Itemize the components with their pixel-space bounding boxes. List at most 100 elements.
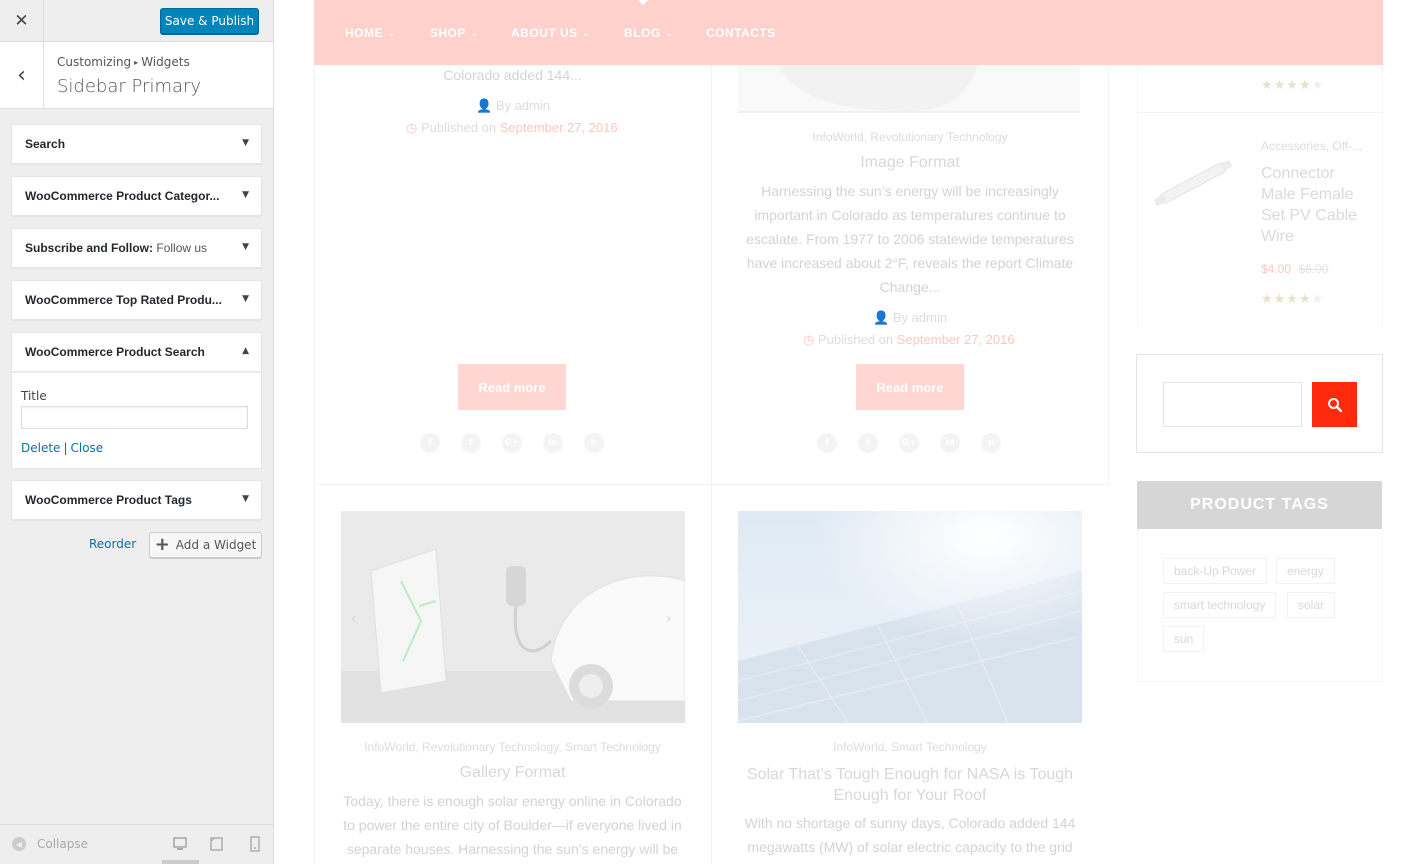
post-categories[interactable]: InfoWorld, Revolutionary Technology, Sma… [334, 740, 691, 754]
back-button[interactable]: ‹ [0, 42, 44, 108]
post-categories[interactable]: InfoWorld, Revolutionary Technology [732, 130, 1088, 144]
user-icon: 👤 [873, 310, 890, 325]
title-field-label: Title [21, 389, 47, 403]
close-icon: ✕ [14, 11, 29, 31]
product-name[interactable]: Connector Male Female Set PV Cable Wire [1261, 163, 1371, 247]
chevron-down-icon: ⌄ [665, 29, 673, 38]
delete-link[interactable]: Delete [21, 441, 60, 455]
widget-search[interactable]: Search ▼ [11, 124, 262, 164]
widget-title: WooCommerce Top Rated Produ... [25, 293, 222, 307]
post-image[interactable] [738, 65, 1080, 113]
author-text: By admin [892, 310, 948, 325]
google-plus-icon[interactable]: G+ [899, 433, 919, 453]
top-rated-products-widget: ★★★★★ Accessories, Off-... Connector Mal… [1137, 65, 1383, 327]
grid-border [1108, 65, 1109, 485]
title-input[interactable] [21, 406, 248, 429]
nav-label: SHOP [430, 26, 467, 40]
widget-product-search-form: Title Delete | Close [11, 372, 262, 469]
twitter-icon[interactable]: t [461, 433, 481, 453]
close-customizer-button[interactable]: ✕ [0, 0, 44, 42]
post-author[interactable]: 👤 By admin [476, 98, 550, 114]
nav-home[interactable]: HOME ⌄ [345, 26, 395, 40]
rating-stars: ★★★★★ [1261, 78, 1325, 93]
save-publish-button[interactable]: Save & Publish [160, 8, 259, 34]
pinterest-icon[interactable]: p [981, 433, 1001, 453]
divider [1138, 112, 1382, 113]
nav-label: ABOUT US [511, 26, 578, 40]
post-categories[interactable]: InfoWorld, Smart Technology [732, 740, 1088, 754]
widget-title: Subscribe and Follow: Follow us [25, 241, 207, 255]
chevron-down-icon: ⌄ [471, 29, 479, 38]
widget-product-search[interactable]: WooCommerce Product Search ▲ [11, 332, 262, 372]
section-title: Sidebar Primary [57, 76, 202, 97]
tag-link[interactable]: back-Up Power [1163, 558, 1268, 584]
caret-down-icon[interactable]: ▼ [242, 494, 249, 504]
widget-product-tags[interactable]: WooCommerce Product Tags ▼ [11, 480, 262, 520]
nav-shop[interactable]: SHOP ⌄ [430, 26, 478, 40]
desktop-preview-icon[interactable] [172, 836, 188, 852]
widget-actions: Delete | Close [21, 441, 103, 455]
grid-border [711, 65, 712, 864]
main-navigation: HOME ⌄ SHOP ⌄ ABOUT US ⌄ BLOG ⌄ CONTACTS [314, 0, 1383, 65]
read-more-button[interactable]: Read more [856, 364, 964, 410]
google-plus-icon[interactable]: G+ [502, 433, 522, 453]
post-date: ◷ Published on September 27, 2016 [803, 332, 1015, 348]
widget-title-main: Subscribe and Follow: [25, 241, 154, 255]
facebook-icon[interactable]: f [420, 433, 440, 453]
widget-title: WooCommerce Product Tags [25, 493, 192, 507]
caret-down-icon[interactable]: ▼ [242, 138, 249, 148]
caret-down-icon[interactable]: ▼ [242, 242, 249, 252]
date-link[interactable]: September 27, 2016 [500, 120, 618, 135]
product-search-input[interactable] [1163, 382, 1302, 427]
product-price: $4.00 $6.00 [1261, 262, 1328, 276]
post-title[interactable]: Solar That’s Tough Enough for NASA is To… [738, 764, 1082, 806]
tag-link[interactable]: solar [1287, 592, 1336, 618]
read-more-button[interactable]: Read more [458, 364, 566, 410]
widget-top-rated-products[interactable]: WooCommerce Top Rated Produ... ▼ [11, 280, 262, 320]
customizer-footer: ◀ Collapse [0, 824, 273, 864]
product-category[interactable]: Accessories, Off-... [1261, 139, 1362, 153]
product-tags-title: PRODUCT TAGS [1137, 481, 1382, 529]
grid-border [314, 484, 1109, 485]
reorder-link[interactable]: Reorder [89, 537, 136, 551]
active-device-indicator [162, 860, 199, 864]
post-gallery-image[interactable]: ‹ › [341, 511, 685, 723]
tablet-preview-icon[interactable] [209, 836, 225, 852]
tag-link[interactable]: sun [1163, 626, 1205, 652]
search-button[interactable] [1312, 382, 1357, 427]
caret-down-icon[interactable]: ▼ [242, 294, 249, 304]
post-date: ◷ Published on September 27, 2016 [406, 120, 618, 136]
post-title[interactable]: Gallery Format [334, 764, 691, 782]
nav-contacts[interactable]: CONTACTS [706, 26, 776, 40]
mobile-preview-icon[interactable] [247, 836, 263, 852]
breadcrumb-section: Widgets [141, 55, 190, 69]
collapse-button[interactable]: ◀ Collapse [12, 837, 88, 851]
section-header: ‹ Customizing ▸ Widgets Sidebar Primary [0, 42, 273, 109]
post-image[interactable] [738, 511, 1082, 723]
svg-text:›: › [666, 611, 672, 627]
breadcrumb: Customizing ▸ Widgets [57, 55, 190, 69]
caret-down-icon[interactable]: ▼ [242, 190, 249, 200]
tag-link[interactable]: energy [1276, 558, 1335, 584]
caret-up-icon[interactable]: ▲ [242, 346, 249, 356]
linkedin-icon[interactable]: in [543, 433, 563, 453]
nav-about-us[interactable]: ABOUT US ⌄ [511, 26, 590, 40]
post-excerpt: Today, there is enough solar energy onli… [343, 793, 682, 857]
linkedin-icon[interactable]: in [940, 433, 960, 453]
tag-link[interactable]: smart technology [1163, 592, 1277, 618]
widget-product-categories[interactable]: WooCommerce Product Categor... ▼ [11, 176, 262, 216]
twitter-icon[interactable]: t [858, 433, 878, 453]
product-tags-widget: back-Up Power energy smart technology so… [1137, 529, 1383, 682]
post-title[interactable]: Image Format [732, 154, 1088, 172]
add-widget-button[interactable]: + Add a Widget [149, 532, 262, 558]
pinterest-icon[interactable]: p [584, 433, 604, 453]
date-link[interactable]: September 27, 2016 [897, 332, 1015, 347]
facebook-icon[interactable]: f [817, 433, 837, 453]
close-link[interactable]: Close [70, 441, 103, 455]
widget-subscribe-follow[interactable]: Subscribe and Follow: Follow us ▼ [11, 228, 262, 268]
product-thumbnail[interactable] [1148, 148, 1238, 218]
widget-title: WooCommerce Product Search [25, 345, 205, 359]
post-excerpt: Colorado added 144... [443, 67, 582, 83]
post-author[interactable]: 👤 By admin [873, 310, 947, 326]
nav-blog[interactable]: BLOG ⌄ [624, 26, 673, 40]
